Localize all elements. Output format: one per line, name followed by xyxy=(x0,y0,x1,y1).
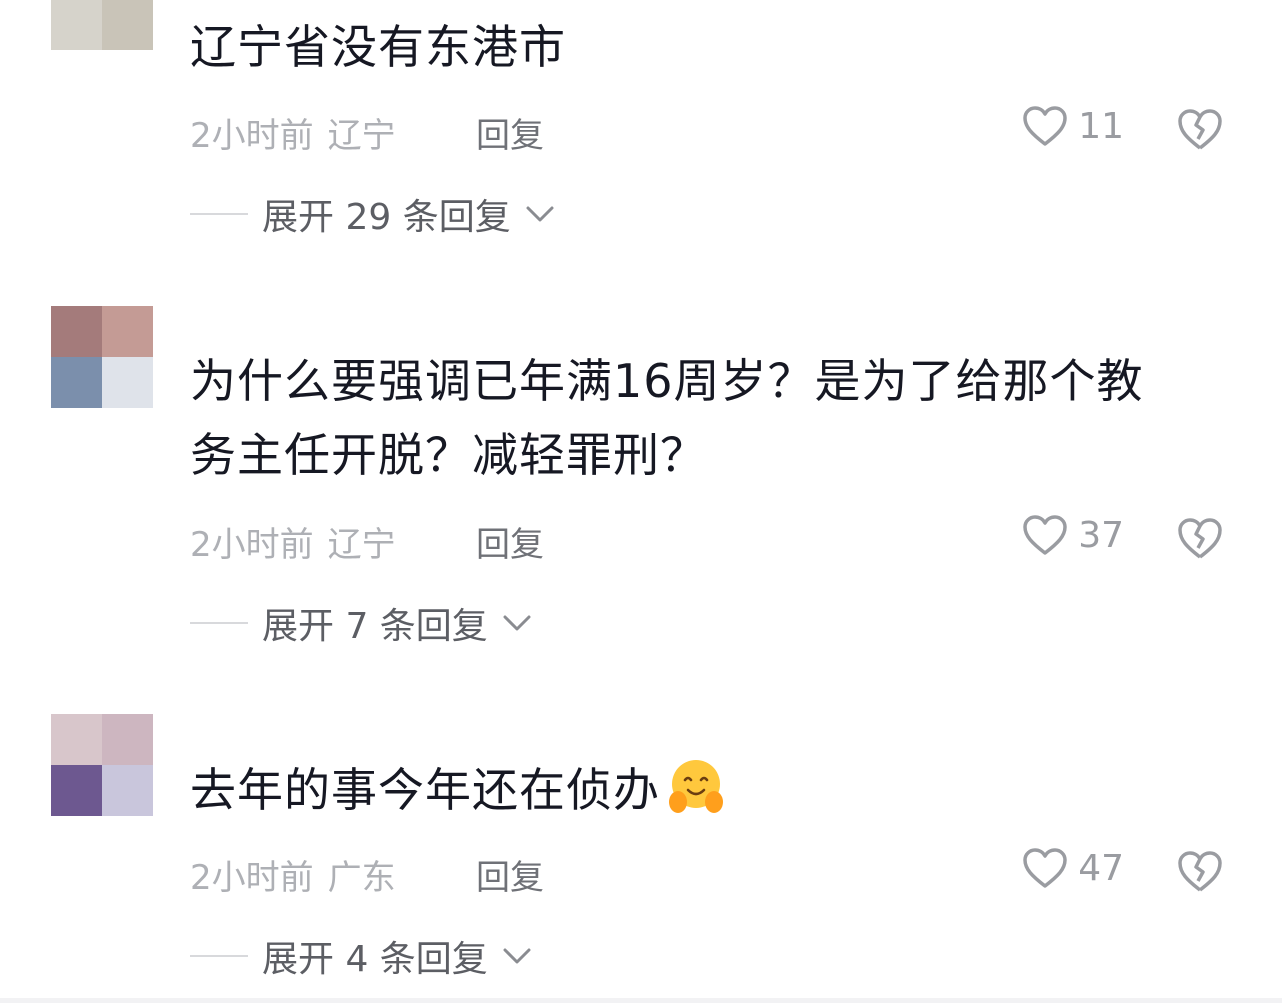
comment-text: 去年的事今年还在侦办 xyxy=(190,753,1190,827)
heart-outline-icon xyxy=(1023,848,1067,888)
avatar[interactable] xyxy=(51,0,153,50)
comment-text: 辽宁省没有东港市 xyxy=(190,20,566,74)
comment-meta: 2小时前 广东 xyxy=(190,850,396,899)
expand-divider xyxy=(190,622,248,624)
like-count: 11 xyxy=(1078,105,1124,147)
comment-location: 辽宁 xyxy=(327,525,396,565)
like-button[interactable]: 47 xyxy=(1022,847,1124,889)
comment-meta: 2小时前 辽宁 xyxy=(190,108,396,157)
comment-time: 2小时前 xyxy=(190,116,314,156)
reply-button[interactable]: 回复 xyxy=(476,108,544,157)
like-button[interactable]: 11 xyxy=(1022,105,1124,147)
bottom-divider xyxy=(0,998,1282,1003)
chevron-down-icon xyxy=(503,948,531,964)
broken-heart-icon[interactable] xyxy=(1176,849,1224,893)
like-count: 47 xyxy=(1078,847,1124,889)
comment-time: 2小时前 xyxy=(190,858,314,898)
smiling-face-hands-on-cheeks-icon xyxy=(669,760,723,813)
comment-text: 为什么要强调已年满16周岁？是为了给那个教务主任开脱？减轻罪刑？ xyxy=(190,354,1144,482)
reply-button[interactable]: 回复 xyxy=(476,850,544,899)
expand-label: 展开 7 条回复 xyxy=(262,606,488,647)
expand-divider xyxy=(190,955,248,957)
heart-outline-icon xyxy=(1023,106,1067,146)
comment-meta: 2小时前 辽宁 xyxy=(190,517,396,566)
like-button[interactable]: 37 xyxy=(1022,514,1124,556)
broken-heart-icon[interactable] xyxy=(1176,107,1224,151)
like-count: 37 xyxy=(1078,514,1124,556)
reply-button[interactable]: 回复 xyxy=(476,517,544,566)
expand-label: 展开 29 条回复 xyxy=(262,197,511,238)
expand-label: 展开 4 条回复 xyxy=(262,939,488,980)
avatar[interactable] xyxy=(51,714,153,816)
broken-heart-icon[interactable] xyxy=(1176,516,1224,560)
expand-divider xyxy=(190,213,248,215)
chevron-down-icon xyxy=(526,206,554,222)
comment-text-body: 去年的事今年还在侦办 xyxy=(190,763,660,817)
comment-location: 辽宁 xyxy=(327,116,396,156)
comment-time: 2小时前 xyxy=(190,525,314,565)
avatar[interactable] xyxy=(51,306,153,408)
expand-replies[interactable]: 展开 29 条回复 xyxy=(190,188,555,240)
heart-outline-icon xyxy=(1023,515,1067,555)
expand-replies[interactable]: 展开 7 条回复 xyxy=(190,597,532,649)
expand-replies[interactable]: 展开 4 条回复 xyxy=(190,930,532,982)
comment-location: 广东 xyxy=(327,858,396,898)
chevron-down-icon xyxy=(503,615,531,631)
